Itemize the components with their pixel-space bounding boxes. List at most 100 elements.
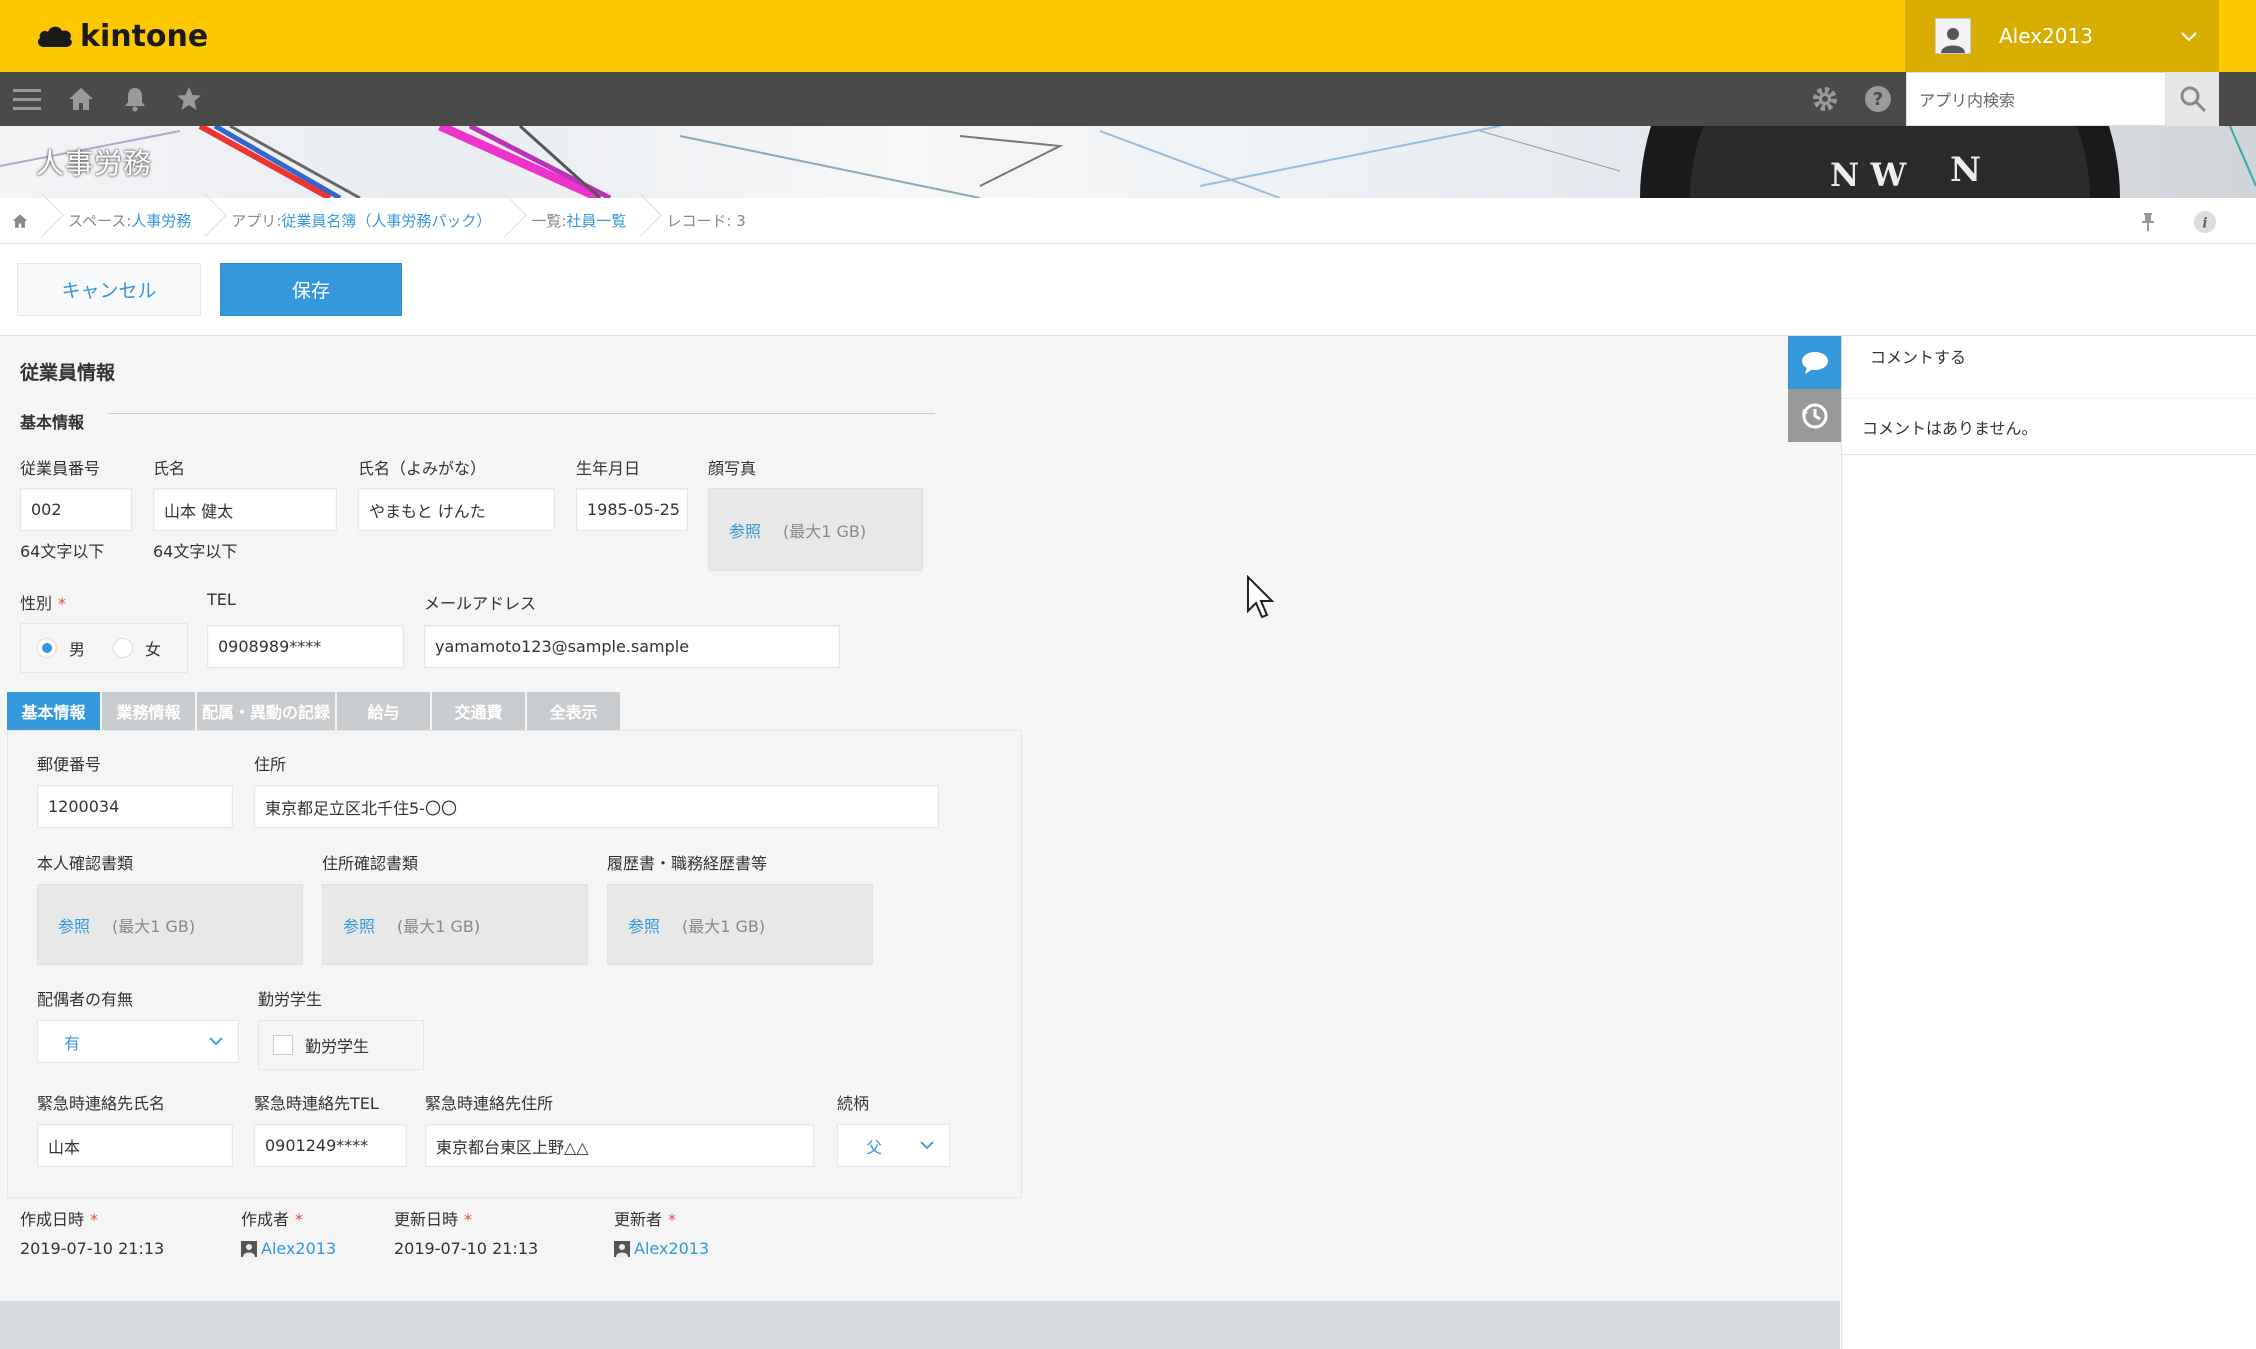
- pin-icon[interactable]: [2136, 210, 2160, 234]
- postal-input[interactable]: 1200034: [37, 785, 233, 828]
- relation-value: 父: [866, 1137, 883, 1157]
- menu-icon[interactable]: [12, 84, 42, 114]
- tab-basic-info[interactable]: 基本情報: [7, 692, 100, 730]
- working-student-label: 勤労学生: [258, 990, 323, 1009]
- updated-at-label-text: 更新日時: [394, 1210, 459, 1229]
- created-at-value: 2019-07-10 21:13: [20, 1239, 165, 1258]
- birthday-input[interactable]: 1985-05-25: [576, 488, 688, 531]
- kintone-logo[interactable]: kintone: [36, 16, 208, 56]
- spouse-label: 配偶者の有無: [37, 990, 134, 1009]
- tab-transportation[interactable]: 交通費: [432, 692, 525, 730]
- banner-map-image: N W N: [0, 126, 2256, 198]
- section-title: 従業員情報: [20, 362, 116, 384]
- name-label: 氏名: [153, 459, 186, 478]
- user-avatar-icon: [241, 1240, 257, 1257]
- working-student-checkbox-group: 勤労学生: [258, 1020, 424, 1070]
- help-icon[interactable]: ?: [1863, 84, 1893, 114]
- creator-name: Alex2013: [261, 1239, 337, 1258]
- form-tabs: 基本情報 業務情報 配属・異動の記録 給与 交通費 全表示: [7, 692, 622, 730]
- home-icon[interactable]: [66, 84, 96, 114]
- resume-browse-link[interactable]: 参照: [628, 913, 660, 937]
- no-comments-message: コメントはありません。: [1842, 399, 2256, 455]
- breadcrumb-space-link[interactable]: 人事労務: [131, 210, 191, 231]
- address-input[interactable]: 東京都足立区北千住5-〇〇: [254, 785, 939, 828]
- id-doc-browse-link[interactable]: 参照: [58, 913, 90, 937]
- creator-user[interactable]: Alex2013: [241, 1239, 336, 1258]
- resume-size-limit: (最大1 GB): [682, 916, 766, 936]
- breadcrumb-space[interactable]: スペース: 人事労務: [68, 198, 205, 244]
- emergency-address-input[interactable]: 東京都台東区上野△△: [425, 1124, 814, 1167]
- action-bar: キャンセル 保存: [0, 244, 2256, 336]
- tel-input[interactable]: 0908989****: [207, 625, 404, 668]
- required-mark: *: [295, 1210, 304, 1229]
- gender-radio-female[interactable]: [113, 638, 134, 658]
- speech-bubble-icon: [1801, 351, 1828, 374]
- user-avatar-icon: [614, 1240, 630, 1257]
- updated-at-value: 2019-07-10 21:13: [394, 1239, 539, 1258]
- address-doc-upload[interactable]: 参照 (最大1 GB): [322, 884, 588, 965]
- name-value: 山本 健太: [164, 501, 234, 521]
- breadcrumb-record: レコード: 3: [666, 198, 759, 244]
- breadcrumb-app-prefix: アプリ:: [231, 212, 282, 230]
- name-kana-value: やまもと けんた: [369, 501, 486, 521]
- user-avatar-icon: [1935, 18, 1971, 54]
- resume-label: 履歴書・職務経歴書等: [607, 854, 768, 873]
- breadcrumb-separator: [205, 198, 219, 244]
- address-doc-label: 住所確認書類: [322, 854, 419, 873]
- tab-work-info[interactable]: 業務情報: [102, 692, 195, 730]
- working-student-checkbox[interactable]: [273, 1035, 293, 1055]
- relation-select[interactable]: 父: [837, 1124, 950, 1167]
- space-banner: N W N 人事労務: [0, 126, 2256, 198]
- chevron-down-icon: [920, 1141, 934, 1150]
- comment-input[interactable]: コメントする: [1842, 336, 2256, 399]
- tab-show-all[interactable]: 全表示: [527, 692, 620, 730]
- search-icon: [2180, 86, 2206, 113]
- tab-salary[interactable]: 給与: [337, 692, 430, 730]
- history-tab[interactable]: [1788, 389, 1841, 442]
- updater-label: 更新者 *: [614, 1206, 676, 1230]
- emergency-tel-input[interactable]: 0901249****: [254, 1124, 407, 1167]
- updater-label-text: 更新者: [614, 1210, 663, 1229]
- gender-option-male: 男: [69, 640, 86, 659]
- gender-radio-male[interactable]: [37, 638, 57, 658]
- employee-no-value: 002: [31, 500, 62, 519]
- form-footer-band: [0, 1301, 1840, 1349]
- bell-icon[interactable]: [120, 84, 150, 114]
- gender-label: 性別 *: [20, 590, 66, 614]
- save-button[interactable]: 保存: [220, 263, 402, 316]
- name-kana-input[interactable]: やまもと けんた: [358, 488, 555, 531]
- banner-title: 人事労務: [36, 147, 153, 180]
- breadcrumb-list-link[interactable]: 社員一覧: [566, 210, 626, 231]
- photo-upload[interactable]: 参照 (最大1 GB): [708, 488, 923, 571]
- search-button[interactable]: [2166, 72, 2219, 126]
- address-doc-browse-link[interactable]: 参照: [343, 913, 375, 937]
- gear-icon[interactable]: [1810, 84, 1840, 114]
- star-icon[interactable]: [174, 84, 204, 114]
- user-menu[interactable]: Alex2013: [1905, 0, 2219, 72]
- cancel-button[interactable]: キャンセル: [17, 263, 201, 316]
- emergency-name-input[interactable]: 山本: [37, 1124, 233, 1167]
- gender-radio-group: 男 女: [20, 623, 188, 673]
- employee-no-input[interactable]: 002: [20, 488, 132, 531]
- breadcrumb-app-link[interactable]: 従業員名簿（人事労務パック）: [281, 210, 491, 231]
- photo-browse-link[interactable]: 参照: [729, 518, 761, 542]
- mouse-cursor-icon: [1247, 575, 1275, 619]
- tel-value: 0908989****: [218, 637, 322, 656]
- logo-cloud-icon: [37, 26, 72, 47]
- name-input[interactable]: 山本 健太: [153, 488, 337, 531]
- updater-user[interactable]: Alex2013: [614, 1239, 709, 1258]
- spouse-select[interactable]: 有: [37, 1020, 239, 1063]
- info-icon[interactable]: i: [2193, 210, 2217, 234]
- resume-upload[interactable]: 参照 (最大1 GB): [607, 884, 873, 965]
- app-search-input[interactable]: アプリ内検索: [1906, 72, 2166, 126]
- svg-text:i: i: [2202, 216, 2207, 232]
- comments-tab[interactable]: [1788, 336, 1841, 389]
- tab-assignment-history[interactable]: 配属・異動の記録: [197, 692, 335, 730]
- svg-text:?: ?: [1873, 89, 1883, 110]
- breadcrumb: スペース: 人事労務 アプリ: 従業員名簿（人事労務パック） 一覧: 社員一覧 …: [0, 198, 2256, 244]
- search-placeholder: アプリ内検索: [1919, 91, 2016, 110]
- id-doc-upload[interactable]: 参照 (最大1 GB): [37, 884, 303, 965]
- side-panel-tabs: [1788, 336, 1841, 442]
- email-input[interactable]: yamamoto123@sample.sample: [424, 625, 840, 668]
- breadcrumb-app[interactable]: アプリ: 従業員名簿（人事労務パック）: [231, 198, 505, 244]
